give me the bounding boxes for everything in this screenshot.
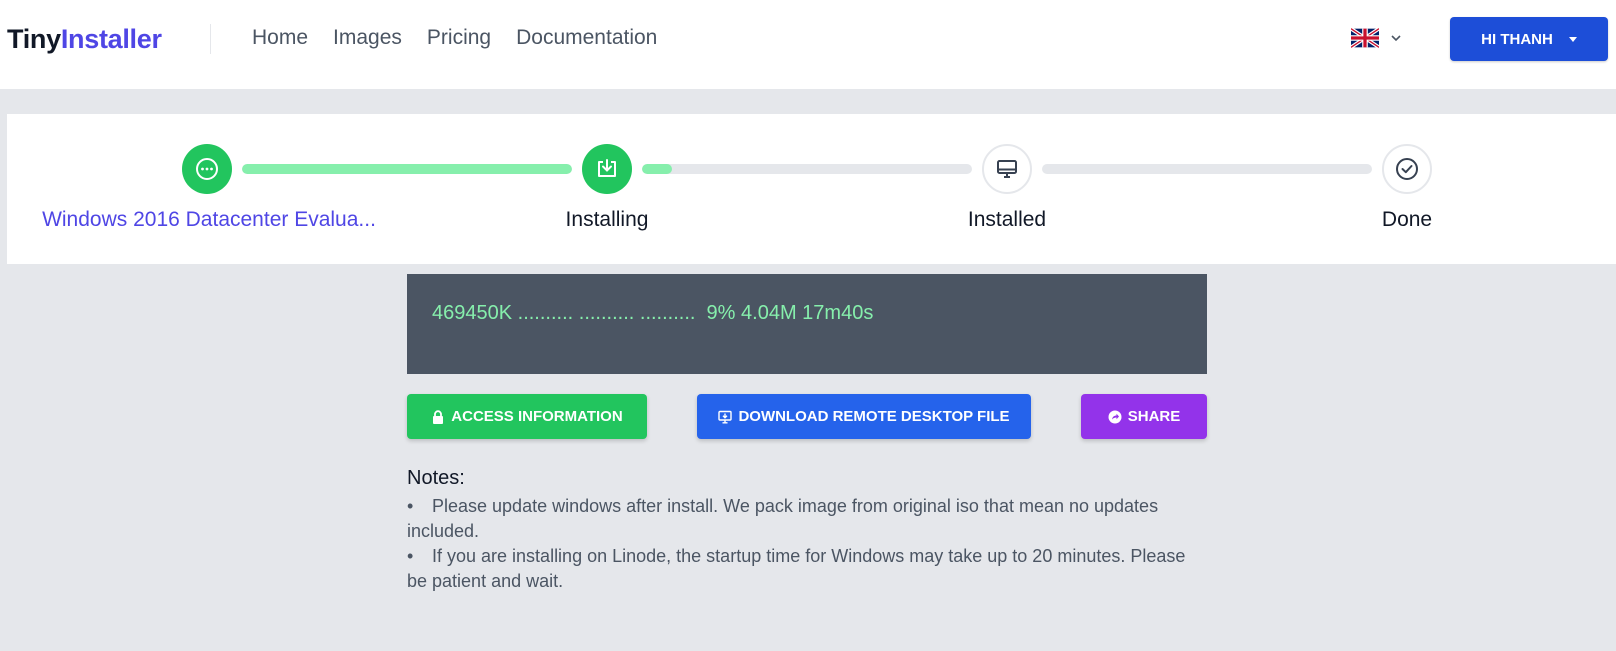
- access-information-label: ACCESS INFORMATION: [451, 408, 623, 425]
- check-circle-icon: [1396, 158, 1418, 180]
- notes-section: Notes: • Please update windows after inst…: [407, 467, 1207, 594]
- desktop-download-icon: [718, 410, 733, 423]
- connector-1-fill: [242, 164, 572, 174]
- nav-images[interactable]: Images: [333, 26, 402, 50]
- ellipsis-circle-icon: [196, 158, 218, 180]
- connector-3: [1042, 164, 1372, 174]
- user-menu-button[interactable]: HI THANH: [1450, 17, 1608, 61]
- monitor-icon: [997, 160, 1017, 178]
- main-nav: Home Images Pricing Documentation: [252, 26, 682, 50]
- list-item: • If you are installing on Linode, the st…: [407, 546, 1186, 591]
- user-menu-label: HI THANH: [1481, 30, 1553, 48]
- notes-list: • Please update windows after install. We…: [407, 494, 1207, 594]
- connector-2-fill: [642, 164, 672, 174]
- step-3-label: Installed: [967, 208, 1047, 231]
- download-tray-icon: [598, 159, 616, 177]
- step-4-label: Done: [1381, 208, 1433, 231]
- step-3-circle: [982, 144, 1032, 194]
- logo-text-tiny: Tiny: [7, 24, 61, 54]
- connector-2: [642, 164, 972, 174]
- access-information-button[interactable]: ACCESS INFORMATION: [407, 394, 647, 439]
- nav-home[interactable]: Home: [252, 26, 308, 50]
- note-text: If you are installing on Linode, the sta…: [407, 546, 1186, 591]
- install-stepper: Windows 2016 Datacenter Evalua... Instal…: [7, 114, 1616, 264]
- caret-down-icon: [1568, 36, 1577, 42]
- download-rdp-label: DOWNLOAD REMOTE DESKTOP FILE: [738, 408, 1010, 425]
- nav-pricing[interactable]: Pricing: [427, 26, 491, 50]
- step-2-label: Installing: [565, 208, 649, 231]
- step-4-circle: [1382, 144, 1432, 194]
- install-log-console: 469450K .......... .......... ..........…: [407, 274, 1207, 374]
- share-icon: [1108, 410, 1122, 423]
- chevron-down-icon: [1391, 35, 1401, 42]
- nav-documentation[interactable]: Documentation: [516, 26, 657, 50]
- share-label: SHARE: [1127, 408, 1181, 425]
- share-button[interactable]: SHARE: [1081, 394, 1207, 439]
- lock-icon: [433, 409, 444, 424]
- uk-flag-icon: [1351, 27, 1379, 49]
- list-item: • Please update windows after install. We…: [407, 496, 1159, 541]
- header-divider: [210, 24, 211, 54]
- top-navbar: TinyInstaller Home Images Pricing Docume…: [0, 0, 1616, 89]
- notes-title: Notes:: [407, 467, 465, 489]
- download-rdp-button[interactable]: DOWNLOAD REMOTE DESKTOP FILE: [697, 394, 1031, 439]
- logo-text-installer: Installer: [60, 24, 162, 54]
- step-2-circle: [582, 144, 632, 194]
- language-selector[interactable]: [1351, 27, 1403, 49]
- connector-1: [242, 164, 572, 174]
- step-1-label[interactable]: Windows 2016 Datacenter Evalua...: [42, 208, 376, 232]
- step-1-circle: [182, 144, 232, 194]
- note-text: Please update windows after install. We …: [407, 496, 1159, 541]
- logo[interactable]: TinyInstaller: [7, 24, 162, 55]
